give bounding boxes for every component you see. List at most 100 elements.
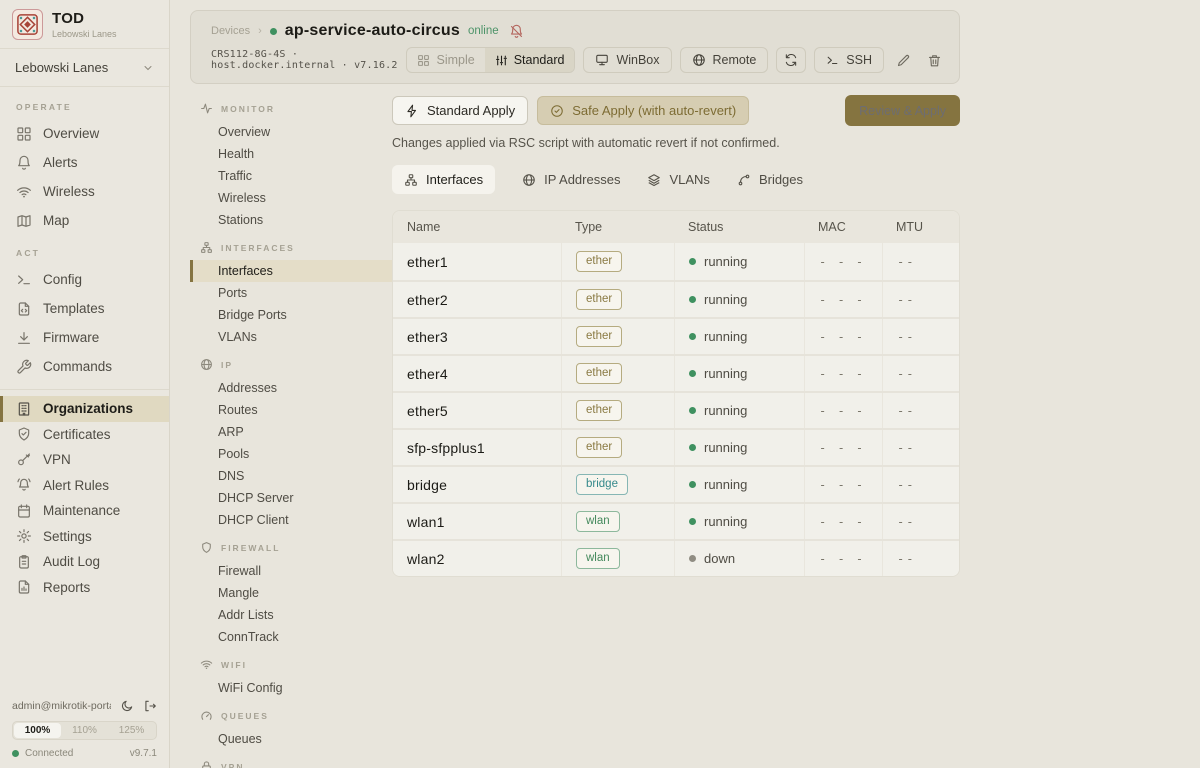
sidebar-item-wireless[interactable]: Wireless <box>0 177 169 206</box>
device-nav-item-queues[interactable]: Queues <box>190 728 392 750</box>
sidebar-item-config[interactable]: Config <box>0 265 169 294</box>
device-nav-item-stations[interactable]: Stations <box>190 209 392 231</box>
remote-button[interactable]: Remote <box>680 47 769 73</box>
sidebar-item-firmware[interactable]: Firmware <box>0 323 169 352</box>
device-nav-item-dhcp-client[interactable]: DHCP Client <box>190 509 392 531</box>
refresh-button[interactable] <box>776 47 806 73</box>
primary-sidebar: TOD Lebowski Lanes Lebowski Lanes OPERAT… <box>0 0 170 768</box>
device-nav-item-firewall[interactable]: Firewall <box>190 560 392 582</box>
sidebar-item-certificates[interactable]: Certificates <box>0 422 169 448</box>
edit-device-button[interactable] <box>892 53 915 68</box>
sidebar-item-alerts[interactable]: Alerts <box>0 148 169 177</box>
device-nav-item-dhcp-server[interactable]: DHCP Server <box>190 487 392 509</box>
device-nav-item-mangle[interactable]: Mangle <box>190 582 392 604</box>
tab-ip-addresses[interactable]: IP Addresses <box>522 165 620 194</box>
sidebar-item-reports[interactable]: Reports <box>0 575 169 601</box>
sidebar-item-templates[interactable]: Templates <box>0 294 169 323</box>
sidebar-item-commands[interactable]: Commands <box>0 352 169 381</box>
main-area: Devices › ap-service-auto-circus online … <box>170 0 1200 768</box>
dark-mode-moon-icon[interactable] <box>120 699 134 713</box>
delete-device-button[interactable] <box>923 53 946 68</box>
terminal-icon <box>16 272 32 288</box>
device-nav-item-bridge-ports[interactable]: Bridge Ports <box>190 304 392 326</box>
status-dot <box>689 296 696 303</box>
globe-icon <box>692 53 706 67</box>
table-row[interactable]: sfp-sfpplus1 ether running - - - -- <box>393 428 959 465</box>
sidebar-item-organizations[interactable]: Organizations <box>0 396 169 422</box>
sidebar-item-audit-log[interactable]: Audit Log <box>0 549 169 575</box>
sidebar-item-map[interactable]: Map <box>0 206 169 235</box>
apply-bar: Standard Apply Safe Apply (with auto-rev… <box>392 95 960 126</box>
online-badge: online <box>468 25 499 37</box>
clipboard-icon <box>16 554 32 570</box>
sidebar-footer: admin@mikrotik-portal.dev 100% 110% 125%… <box>0 691 169 768</box>
app-logo-icon <box>12 9 43 40</box>
grid-small-icon <box>417 54 430 67</box>
table-row[interactable]: bridge bridge running - - - -- <box>393 465 959 502</box>
winbox-button[interactable]: WinBox <box>583 47 671 73</box>
table-row[interactable]: ether5 ether running - - - -- <box>393 391 959 428</box>
device-nav-item-traffic[interactable]: Traffic <box>190 165 392 187</box>
zoom-option-125[interactable]: 125% <box>108 723 155 738</box>
sidebar-item-maintenance[interactable]: Maintenance <box>0 498 169 524</box>
status-dot <box>689 518 696 525</box>
standard-apply-button[interactable]: Standard Apply <box>392 96 528 125</box>
globe-icon <box>200 358 213 371</box>
device-nav-item-wifi-config[interactable]: WiFi Config <box>190 677 392 699</box>
device-nav-item-overview[interactable]: Overview <box>190 121 392 143</box>
sidebar-item-settings[interactable]: Settings <box>0 524 169 550</box>
view-simple-button[interactable]: Simple <box>407 48 484 72</box>
org-selector[interactable]: Lebowski Lanes <box>0 49 169 87</box>
device-nav-item-ports[interactable]: Ports <box>190 282 392 304</box>
sidebar-item-alert-rules[interactable]: Alert Rules <box>0 473 169 499</box>
globe-icon <box>522 173 536 187</box>
org-selector-value: Lebowski Lanes <box>15 60 108 75</box>
type-badge: ether <box>576 289 622 310</box>
tab-interfaces[interactable]: Interfaces <box>392 165 495 194</box>
logout-icon[interactable] <box>143 699 157 713</box>
device-nav-item-dns[interactable]: DNS <box>190 465 392 487</box>
bell-off-icon[interactable] <box>509 24 524 39</box>
device-nav-item-arp[interactable]: ARP <box>190 421 392 443</box>
bell-ring-icon <box>16 477 32 493</box>
table-row[interactable]: wlan2 wlan down - - - -- <box>393 539 959 576</box>
review-apply-button[interactable]: Review & Apply <box>845 95 960 126</box>
device-nav-item-addr-lists[interactable]: Addr Lists <box>190 604 392 626</box>
breadcrumb[interactable]: Devices <box>211 25 250 37</box>
content-tabs: Interfaces IP Addresses VLANs Bridges <box>392 165 960 194</box>
table-row[interactable]: ether2 ether running - - - -- <box>393 280 959 317</box>
table-row[interactable]: ether1 ether running - - - -- <box>393 243 959 280</box>
device-nav-item-routes[interactable]: Routes <box>190 399 392 421</box>
device-nav-item-health[interactable]: Health <box>190 143 392 165</box>
type-badge: wlan <box>576 511 620 532</box>
tab-bridges[interactable]: Bridges <box>737 165 803 194</box>
sidebar-item-vpn[interactable]: VPN <box>0 447 169 473</box>
view-standard-button[interactable]: Standard <box>485 48 575 72</box>
content-panel: Standard Apply Safe Apply (with auto-rev… <box>392 92 960 768</box>
type-badge: ether <box>576 363 622 384</box>
device-nav-item-wireless[interactable]: Wireless <box>190 187 392 209</box>
breadcrumb-separator: › <box>258 25 262 37</box>
apply-caption: Changes applied via RSC script with auto… <box>392 136 960 150</box>
ssh-button[interactable]: SSH <box>814 47 884 73</box>
table-row[interactable]: ether4 ether running - - - -- <box>393 354 959 391</box>
type-badge: bridge <box>576 474 628 495</box>
column-status: Status <box>674 211 804 243</box>
zoom-option-100[interactable]: 100% <box>14 723 61 738</box>
device-meta: CRS112-8G-4S · host.docker.internal · v7… <box>211 49 406 71</box>
status-dot <box>689 333 696 340</box>
device-nav-item-pools[interactable]: Pools <box>190 443 392 465</box>
device-nav-item-addresses[interactable]: Addresses <box>190 377 392 399</box>
column-name: Name <box>393 211 561 243</box>
device-nav-item-conntrack[interactable]: ConnTrack <box>190 626 392 648</box>
zoom-control: 100% 110% 125% <box>12 721 157 740</box>
table-row[interactable]: ether3 ether running - - - -- <box>393 317 959 354</box>
device-nav-item-interfaces[interactable]: Interfaces <box>190 260 392 282</box>
table-row[interactable]: wlan1 wlan running - - - -- <box>393 502 959 539</box>
safe-apply-button[interactable]: Safe Apply (with auto-revert) <box>537 96 749 125</box>
trash-icon <box>927 53 942 68</box>
sidebar-item-overview[interactable]: Overview <box>0 119 169 148</box>
device-nav-item-vlans[interactable]: VLANs <box>190 326 392 348</box>
zoom-option-110[interactable]: 110% <box>61 723 108 738</box>
tab-vlans[interactable]: VLANs <box>647 165 709 194</box>
